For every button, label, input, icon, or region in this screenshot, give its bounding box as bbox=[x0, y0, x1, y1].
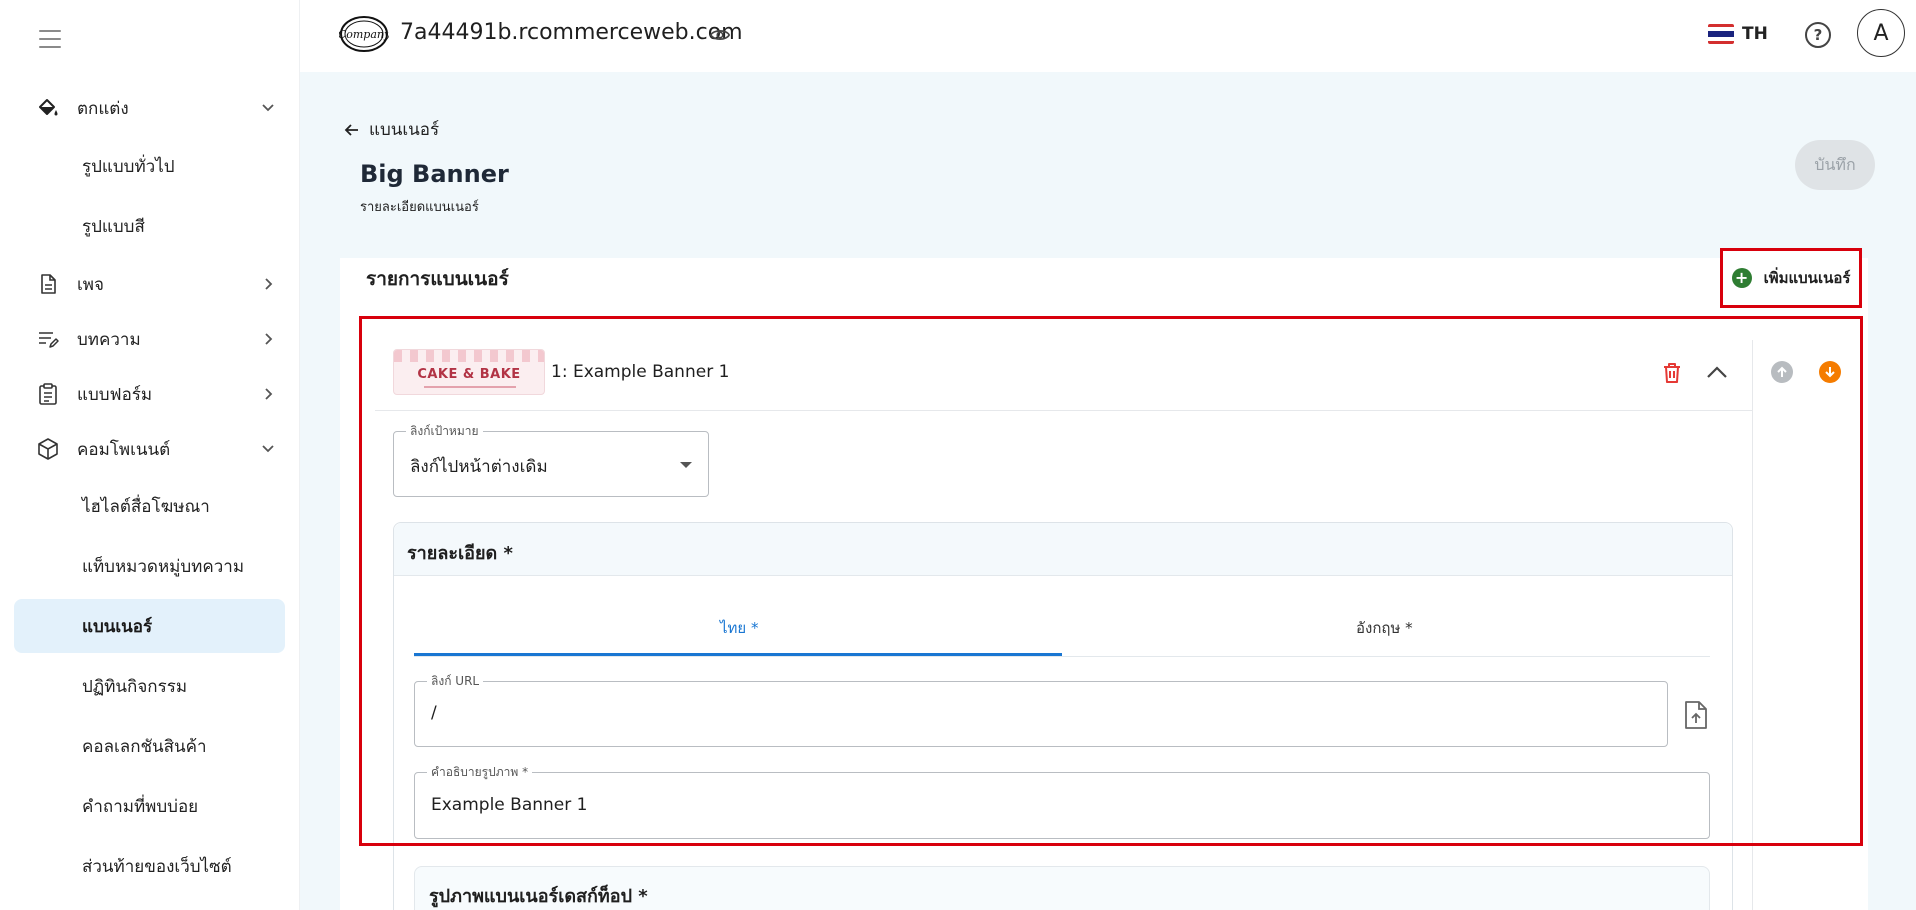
document-icon bbox=[41, 274, 56, 294]
sidebar-item-label: ไฮไลต์สื่อโฆษณา bbox=[82, 496, 210, 517]
chevron-right-icon bbox=[265, 333, 273, 345]
help-icon[interactable]: ? bbox=[1805, 22, 1831, 48]
thai-flag-icon[interactable] bbox=[1708, 24, 1734, 44]
sidebar-item-color-style[interactable]: รูปแบบสี bbox=[14, 199, 285, 253]
banner-list-title: รายการแบนเนอร์ bbox=[366, 268, 509, 290]
avatar[interactable]: A bbox=[1857, 9, 1905, 57]
chevron-down-icon bbox=[262, 445, 274, 453]
sidebar-item-components[interactable]: คอมโพเนนต์ bbox=[0, 427, 300, 471]
page-title: Big Banner bbox=[360, 160, 509, 188]
company-logo: Company bbox=[339, 16, 389, 52]
site-domain: 7a44491b.rcommerceweb.com bbox=[400, 20, 743, 45]
add-banner-label: เพิ่มแบนเนอร์ bbox=[1763, 269, 1851, 287]
sidebar-item-article-category-tabs[interactable]: แท็บหมวดหมู่บทความ bbox=[14, 539, 285, 593]
logo-text: Company bbox=[339, 28, 389, 41]
sidebar-item-general-style[interactable]: รูปแบบทั่วไป bbox=[14, 139, 285, 193]
sidebar-item-label: รูปแบบสี bbox=[82, 216, 145, 237]
chevron-right-icon bbox=[265, 278, 273, 290]
sidebar-item-label: คอลเลกชันสินค้า bbox=[82, 736, 207, 757]
sidebar-item-pages[interactable]: เพจ bbox=[0, 262, 300, 306]
back-link[interactable]: แบนเนอร์ bbox=[343, 116, 439, 143]
cube-icon bbox=[38, 438, 58, 460]
sidebar-item-label: คำถามที่พบบ่อย bbox=[82, 796, 199, 817]
menu-icon[interactable] bbox=[36, 27, 64, 51]
paint-bucket-icon bbox=[39, 99, 58, 116]
chevron-right-icon bbox=[265, 388, 273, 400]
sidebar-item-label: แบนเนอร์ bbox=[82, 616, 153, 637]
add-banner-button[interactable]: + เพิ่มแบนเนอร์ bbox=[1720, 248, 1862, 308]
sidebar-item-label: เพจ bbox=[77, 274, 104, 295]
sidebar-item-event-calendar[interactable]: ปฏิทินกิจกรรม bbox=[14, 659, 285, 713]
sidebar-item-label: ปฏิทินกิจกรรม bbox=[82, 676, 188, 697]
eye-icon[interactable] bbox=[709, 24, 731, 46]
save-button[interactable]: บันทึก bbox=[1795, 140, 1875, 190]
sidebar-item-articles[interactable]: บทความ bbox=[0, 317, 300, 361]
sidebar-item-product-collection[interactable]: คอลเลกชันสินค้า bbox=[14, 719, 285, 773]
sidebar-item-decorate[interactable]: ตกแต่ง bbox=[0, 86, 300, 130]
sidebar: ตกแต่ง รูปแบบทั่วไป รูปแบบสี เพจ บทความ bbox=[0, 0, 300, 910]
sidebar-item-banner[interactable]: แบนเนอร์ bbox=[14, 599, 285, 653]
article-edit-icon bbox=[39, 332, 59, 348]
sidebar-item-label: ส่วนท้ายของเว็บไซต์ bbox=[82, 856, 232, 877]
add-circle-icon: + bbox=[1731, 268, 1752, 288]
page-subtitle: รายละเอียดแบนเนอร์ bbox=[360, 200, 479, 215]
sidebar-item-media-highlight[interactable]: ไฮไลต์สื่อโฆษณา bbox=[14, 479, 285, 533]
sidebar-item-label: แบบฟอร์ม bbox=[77, 384, 153, 405]
arrow-left-icon bbox=[344, 123, 358, 136]
back-link-label: แบนเนอร์ bbox=[369, 120, 440, 140]
sidebar-item-label: บทความ bbox=[77, 329, 141, 350]
sidebar-item-label: คอมโพเนนต์ bbox=[77, 439, 171, 460]
sidebar-item-forms[interactable]: แบบฟอร์ม bbox=[0, 372, 300, 416]
sidebar-item-footer[interactable]: ส่วนท้ายของเว็บไซต์ bbox=[14, 839, 285, 893]
desktop-banner-image-section: รูปภาพแบนเนอร์เดสก์ท็อป * bbox=[414, 866, 1710, 910]
sidebar-item-label: รูปแบบทั่วไป bbox=[82, 156, 175, 177]
sidebar-item-label: ตกแต่ง bbox=[77, 98, 129, 119]
language-selector[interactable]: TH bbox=[1742, 24, 1768, 44]
banner-item-highlight bbox=[359, 316, 1863, 846]
desktop-banner-image-title: รูปภาพแบนเนอร์เดสก์ท็อป * bbox=[429, 886, 648, 907]
sidebar-item-faq[interactable]: คำถามที่พบบ่อย bbox=[14, 779, 285, 833]
clipboard-icon bbox=[39, 383, 57, 405]
chevron-down-icon bbox=[262, 104, 274, 112]
sidebar-item-label: แท็บหมวดหมู่บทความ bbox=[82, 556, 245, 577]
